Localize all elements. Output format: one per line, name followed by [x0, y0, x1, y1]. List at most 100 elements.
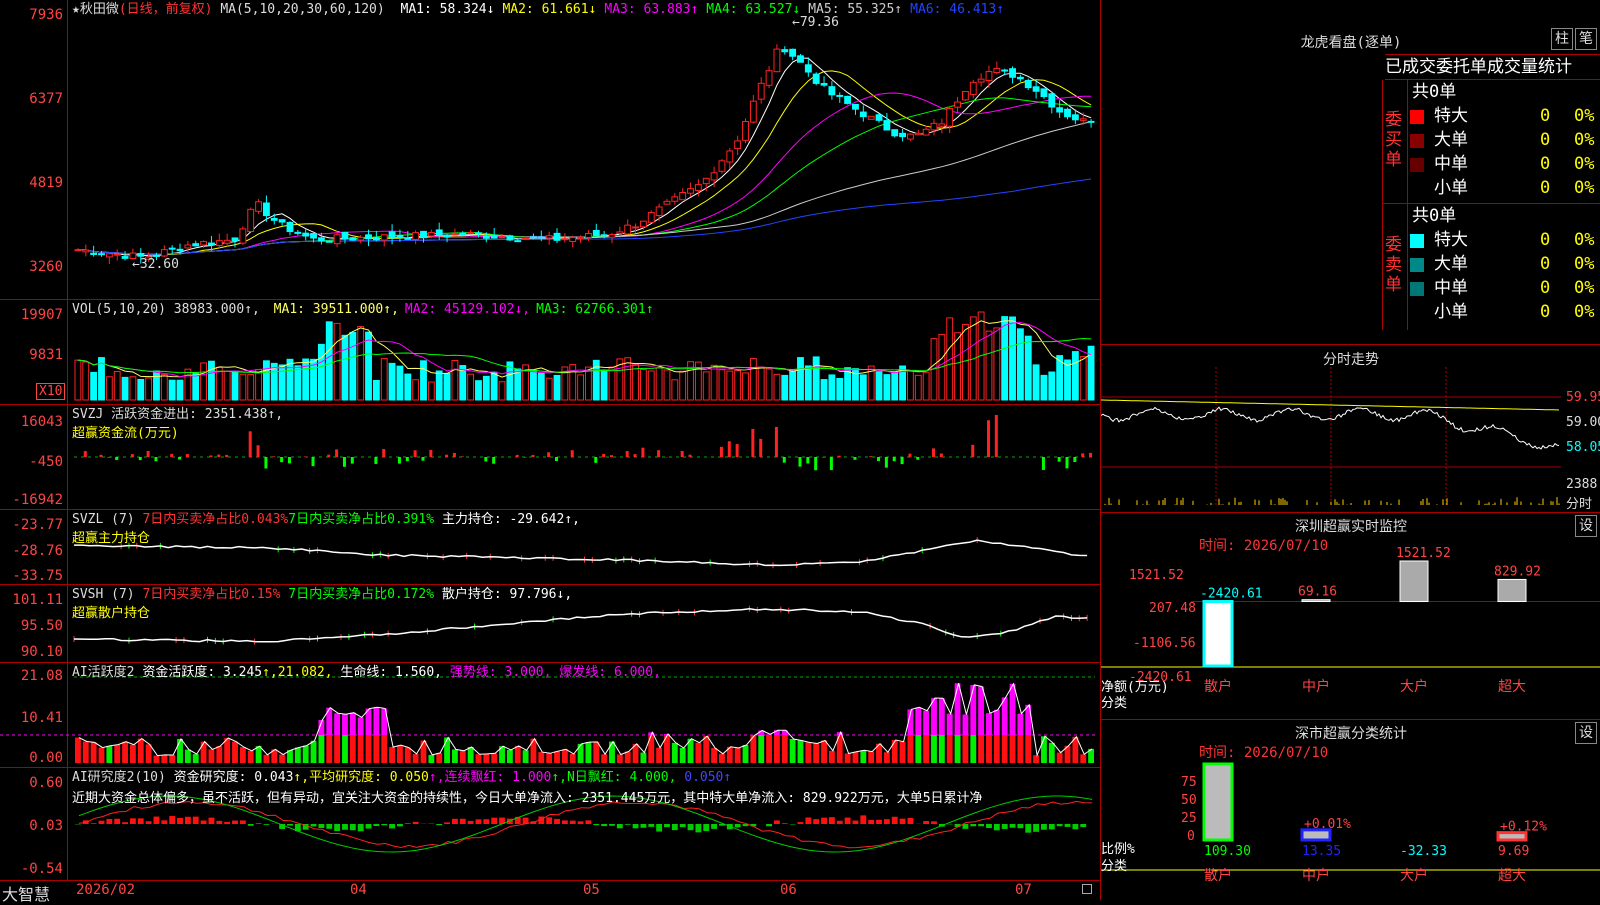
- activity-bar: [216, 746, 222, 763]
- activity-bar: [570, 754, 576, 763]
- svsh-panel[interactable]: 101.11 95.50 90.10 SVSH (7) 7日内买卖净占比0.15…: [0, 585, 1100, 663]
- volume-panel[interactable]: 19907 9831 X10 VOL(5,10,20) 38983.000↑, …: [0, 300, 1100, 405]
- research-bar: [648, 824, 654, 827]
- candle-body: [311, 234, 317, 239]
- research-bar: [633, 824, 639, 828]
- research-bar: [908, 818, 914, 824]
- candle-body: [656, 207, 662, 215]
- research-bar: [782, 823, 788, 824]
- candle-body: [798, 56, 804, 62]
- activity-bar: [366, 735, 372, 763]
- air-p1: 资金研究度: 0.043: [174, 770, 294, 785]
- research-bar: [711, 824, 717, 829]
- volume-bar: [279, 365, 285, 400]
- bar-view-button[interactable]: 柱: [1551, 28, 1573, 50]
- candle-body: [688, 189, 694, 194]
- xtick-2: 04: [350, 882, 367, 898]
- monitor-bar: [1204, 602, 1232, 666]
- candle-body: [1057, 108, 1063, 112]
- svzj-header: SVZJ 活跃资金进出: 2351.438↑,: [72, 407, 283, 422]
- fs-avg-line: [1101, 400, 1559, 410]
- flow-bar: [154, 457, 157, 461]
- ai2-p1: 资金活跃度: 3.245: [142, 665, 262, 680]
- flow-bar: [885, 457, 888, 468]
- lhb-row-count: 0: [1540, 176, 1550, 200]
- candle-body: [224, 240, 230, 243]
- candle-body: [837, 95, 843, 96]
- candle-body: [892, 130, 898, 136]
- volume-bar: [758, 367, 764, 400]
- lhb-row: 特大00%: [1408, 104, 1600, 128]
- candle-body: [83, 250, 89, 252]
- candle-body: [185, 245, 191, 248]
- activity-bar: [303, 746, 309, 763]
- volume-bar: [546, 378, 552, 400]
- candle-body: [813, 74, 819, 83]
- volume-bar: [766, 369, 772, 400]
- activity-bar: [538, 752, 544, 763]
- volume-bar: [743, 373, 749, 400]
- monitor-panel[interactable]: 深圳超赢实时监控 设 时间: 2026/07/10 -2420.61散户69.1…: [1101, 513, 1600, 720]
- candle-body: [774, 49, 780, 72]
- volume-bar: [986, 331, 992, 400]
- kline-panel[interactable]: 7936 6377 4819 3260 ←79.36←32.60 ★秋田微(日线…: [0, 0, 1100, 300]
- flow-bar: [814, 457, 817, 470]
- research-bar: [342, 824, 348, 830]
- volume-bar: [1033, 365, 1039, 400]
- activity-bar: [813, 743, 819, 763]
- svzl-p2: 7日内买卖净占比0.391%: [288, 512, 434, 527]
- ma-value-1: MA1: 58.324↓: [401, 2, 495, 17]
- activity-peak: [358, 717, 364, 735]
- research-bar: [774, 820, 780, 824]
- candle-body: [248, 209, 254, 231]
- research-bar: [931, 821, 937, 824]
- classify-panel[interactable]: 深市超赢分类统计 设 时间: 2026/07/10 109.30散户+0.01%…: [1101, 720, 1600, 900]
- lhb-row-count: 0: [1540, 104, 1550, 128]
- svzl-panel[interactable]: -23.77 -28.76 -33.75 SVZL (7) 7日内买卖净占比0.…: [0, 510, 1100, 585]
- fs-vol-label: 2388: [1566, 477, 1597, 492]
- tick-view-button[interactable]: 笔: [1575, 28, 1597, 50]
- ai-research-desc: 近期大资金总体偏多，虽不活跃，但有异动，宜关注大资金的持续性，今日大单净流入: …: [72, 791, 983, 806]
- classify-cat: 超大: [1498, 868, 1526, 884]
- monitor-cat: 大户: [1400, 678, 1428, 695]
- flow-bar: [374, 457, 377, 464]
- ma-value-4: MA4: 63.527↓: [706, 2, 800, 17]
- volume-bar: [83, 362, 89, 400]
- candle-body: [287, 222, 293, 231]
- research-bar: [240, 820, 246, 824]
- ai-research-panel[interactable]: 0.60 0.03 -0.54 AI研究度2(10) 资金研究度: 0.043↑…: [0, 768, 1100, 880]
- research-bar: [1010, 824, 1016, 828]
- flow-bar: [421, 457, 424, 461]
- volume-bar: [593, 360, 599, 400]
- research-bar: [334, 824, 340, 831]
- stock-name: 秋田微: [80, 2, 119, 17]
- candle-body: [680, 193, 686, 200]
- research-bar: [546, 817, 552, 824]
- volume-bar: [114, 371, 120, 400]
- fenshi-panel[interactable]: 分时走势 59.95 59.00 58.05 2388 分时: [1101, 345, 1600, 513]
- monitor-chart[interactable]: -2420.61散户69.16中户1521.52大户829.92超大: [1101, 513, 1600, 720]
- lhb-row-count: 0: [1540, 152, 1550, 176]
- buy-total: 共0单: [1408, 80, 1600, 104]
- flow-bar: [186, 454, 189, 457]
- lhb-row-count: 0: [1540, 300, 1550, 324]
- lock-icon[interactable]: [1082, 884, 1092, 894]
- ai-activity-panel[interactable]: 21.08 10.41 0.00 AI活跃度2 资金活跃度: 3.245↑,21…: [0, 663, 1100, 768]
- research-bar: [562, 820, 568, 824]
- research-bar: [99, 821, 105, 824]
- svsh-sub: 超赢散户持仓: [72, 602, 150, 621]
- research-bar: [868, 820, 874, 824]
- classify-chart[interactable]: 109.30散户+0.01%13.35中户-32.33大户+0.12%9.69超…: [1101, 720, 1600, 900]
- classify-cat-label: 分类: [1101, 855, 1127, 874]
- fenshi-chart[interactable]: [1101, 345, 1600, 513]
- research-bar: [1065, 824, 1071, 827]
- flow-bar: [728, 441, 731, 457]
- flow-bar: [720, 447, 723, 457]
- lhb-swatch: [1410, 110, 1424, 124]
- kline-chart[interactable]: ←79.36←32.60: [0, 0, 1100, 300]
- svzj-panel[interactable]: 16043 -450 -16942 SVZJ 活跃资金进出: 2351.438↑…: [0, 405, 1100, 510]
- candle-body: [75, 250, 81, 251]
- star-icon[interactable]: ★: [72, 2, 80, 17]
- research-bar: [311, 824, 317, 826]
- research-bar: [766, 824, 772, 826]
